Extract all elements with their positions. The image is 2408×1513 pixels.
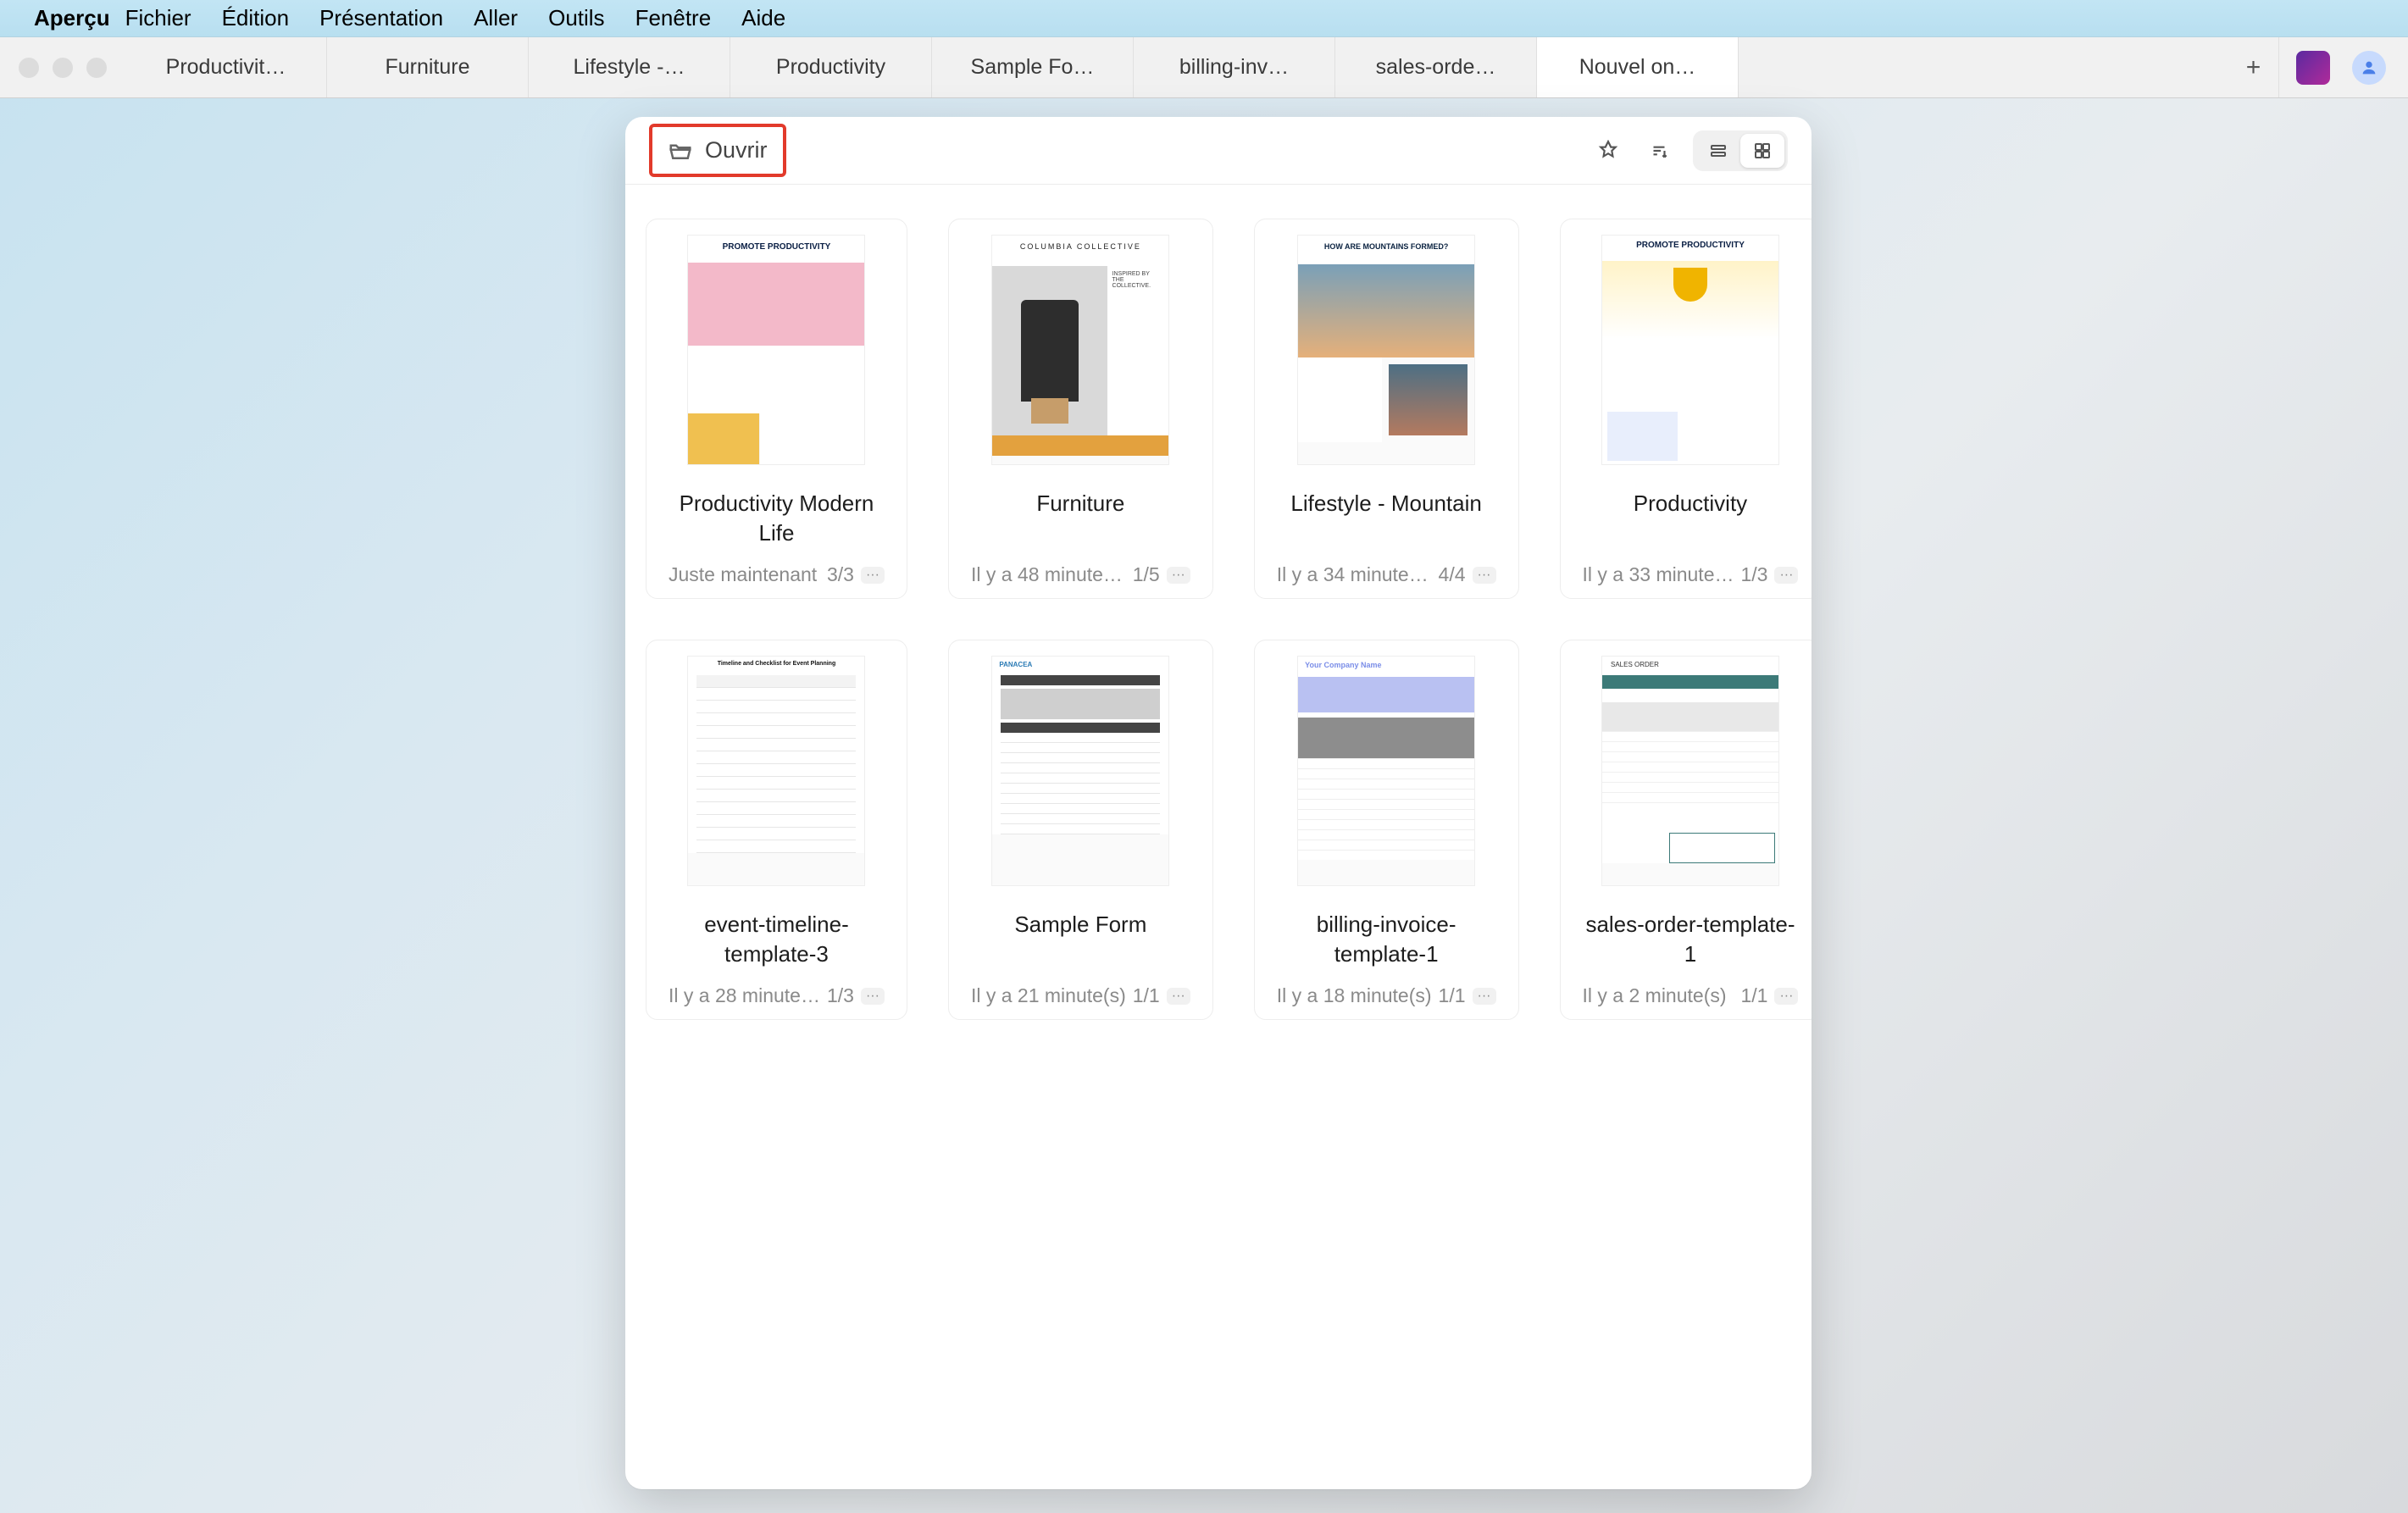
file-card[interactable]: Your Company Name billing-invoice-templat… — [1254, 640, 1519, 1020]
more-options-button[interactable]: ··· — [1774, 988, 1798, 1005]
open-button-label: Ouvrir — [705, 137, 768, 163]
file-title: billing-invoice-template-1 — [1270, 910, 1503, 969]
panel-toolbar: Ouvrir — [625, 117, 1812, 185]
file-modified-time: Il y a 28 minute… — [669, 984, 820, 1007]
file-footer: Juste maintenant 3/3 ··· — [662, 563, 891, 586]
user-account-icon[interactable] — [2352, 51, 2386, 85]
more-options-button[interactable]: ··· — [1167, 567, 1190, 584]
more-options-button[interactable]: ··· — [1167, 988, 1190, 1005]
tabs: Productivit…FurnitureLifestyle -…Product… — [125, 37, 2228, 97]
file-modified-time: Il y a 2 minute(s) — [1583, 984, 1734, 1007]
grid-view-button[interactable] — [1740, 134, 1784, 168]
more-options-button[interactable]: ··· — [861, 988, 885, 1005]
macos-menubar: Aperçu Fichier Édition Présentation Alle… — [0, 0, 2408, 37]
traffic-lights — [0, 37, 125, 97]
file-footer: Il y a 18 minute(s) 1/1 ··· — [1270, 984, 1503, 1007]
file-title: Sample Form — [1009, 910, 1151, 969]
file-thumbnail[interactable]: PROMOTE PRODUCTIVITY — [1601, 235, 1779, 465]
file-modified-time: Juste maintenant — [669, 563, 820, 586]
file-thumbnail[interactable]: HOW ARE MOUNTAINS FORMED? — [1297, 235, 1475, 465]
tab-1[interactable]: Furniture — [327, 37, 529, 97]
tab-4[interactable]: Sample Fo… — [932, 37, 1134, 97]
file-footer: Il y a 2 minute(s) 1/1 ··· — [1576, 984, 1806, 1007]
file-footer: Il y a 33 minute… 1/3 ··· — [1576, 563, 1806, 586]
file-page-count: 4/4 — [1439, 563, 1466, 586]
tab-7[interactable]: Nouvel on… — [1537, 37, 1739, 97]
recents-panel: Ouvrir PROMOTE PRODUCTIVITY Productivity … — [625, 117, 1812, 1489]
more-options-button[interactable]: ··· — [1473, 567, 1496, 584]
file-footer: Il y a 28 minute… 1/3 ··· — [662, 984, 891, 1007]
file-page-count: 1/1 — [1439, 984, 1466, 1007]
file-title: Productivity Modern Life — [662, 489, 891, 548]
list-view-button[interactable] — [1696, 134, 1740, 168]
file-card[interactable]: PANACEA Sample Form Il y a 21 minute(s) 1/1… — [948, 640, 1213, 1020]
pin-button[interactable] — [1591, 134, 1625, 168]
file-modified-time: Il y a 33 minute… — [1583, 563, 1734, 586]
file-thumbnail[interactable]: COLUMBIA COLLECTIVEINSPIRED BYTHE COLLEC… — [991, 235, 1169, 465]
file-footer: Il y a 21 minute(s) 1/1 ··· — [964, 984, 1197, 1007]
tab-0[interactable]: Productivit… — [125, 37, 327, 97]
file-page-count: 3/3 — [827, 563, 854, 586]
file-footer: Il y a 48 minute… 1/5 ··· — [964, 563, 1197, 586]
close-window-button[interactable] — [19, 58, 39, 78]
open-button-highlight: Ouvrir — [649, 124, 786, 177]
file-modified-time: Il y a 18 minute(s) — [1277, 984, 1432, 1007]
more-options-button[interactable]: ··· — [1473, 988, 1496, 1005]
file-card[interactable]: Timeline and Checklist for Event Plannin… — [646, 640, 907, 1020]
file-title: Productivity — [1628, 489, 1752, 548]
menu-view[interactable]: Présentation — [319, 5, 443, 31]
menu-edit[interactable]: Édition — [222, 5, 290, 31]
file-page-count: 1/1 — [1740, 984, 1767, 1007]
tabbar-right — [2279, 37, 2408, 97]
file-page-count: 1/3 — [1740, 563, 1767, 586]
file-page-count: 1/3 — [827, 984, 854, 1007]
files-grid: PROMOTE PRODUCTIVITY Productivity Modern … — [625, 185, 1812, 1054]
file-thumbnail[interactable]: SALES ORDER — [1601, 656, 1779, 886]
file-card[interactable]: PROMOTE PRODUCTIVITY Productivity Modern … — [646, 219, 907, 599]
file-thumbnail[interactable]: PROMOTE PRODUCTIVITY — [687, 235, 865, 465]
tab-6[interactable]: sales-orde… — [1335, 37, 1537, 97]
file-footer: Il y a 34 minute… 4/4 ··· — [1270, 563, 1503, 586]
file-modified-time: Il y a 48 minute… — [971, 563, 1126, 586]
file-title: event-timeline-template-3 — [662, 910, 891, 969]
sort-button[interactable] — [1642, 134, 1676, 168]
menu-file[interactable]: Fichier — [125, 5, 191, 31]
file-card[interactable]: HOW ARE MOUNTAINS FORMED? Lifestyle - Mou… — [1254, 219, 1519, 599]
menu-tools[interactable]: Outils — [548, 5, 604, 31]
menu-help[interactable]: Aide — [741, 5, 785, 31]
tab-3[interactable]: Productivity — [730, 37, 932, 97]
tab-2[interactable]: Lifestyle -… — [529, 37, 730, 97]
open-button[interactable]: Ouvrir — [659, 132, 776, 169]
file-thumbnail[interactable]: Timeline and Checklist for Event Plannin… — [687, 656, 865, 886]
file-modified-time: Il y a 21 minute(s) — [971, 984, 1126, 1007]
view-switcher — [1693, 130, 1788, 171]
file-title: Lifestyle - Mountain — [1285, 489, 1486, 548]
file-thumbnail[interactable]: Your Company Name — [1297, 656, 1475, 886]
tab-5[interactable]: billing-inv… — [1134, 37, 1335, 97]
file-card[interactable]: PROMOTE PRODUCTIVITY Productivity Il y a 3… — [1560, 219, 1812, 599]
app-name[interactable]: Aperçu — [34, 5, 110, 31]
file-thumbnail[interactable]: PANACEA — [991, 656, 1169, 886]
file-title: Furniture — [1031, 489, 1129, 548]
more-options-button[interactable]: ··· — [861, 567, 885, 584]
desktop-area: Ouvrir PROMOTE PRODUCTIVITY Productivity … — [0, 98, 2408, 1513]
minimize-window-button[interactable] — [53, 58, 73, 78]
zoom-window-button[interactable] — [86, 58, 107, 78]
file-card[interactable]: SALES ORDER sales-order-template-1 Il y a … — [1560, 640, 1812, 1020]
file-card[interactable]: COLUMBIA COLLECTIVEINSPIRED BYTHE COLLEC… — [948, 219, 1213, 599]
window-tabbar: Productivit…FurnitureLifestyle -…Product… — [0, 37, 2408, 98]
file-page-count: 1/5 — [1133, 563, 1160, 586]
folder-open-icon — [668, 138, 693, 163]
menu-window[interactable]: Fenêtre — [635, 5, 712, 31]
file-page-count: 1/1 — [1133, 984, 1160, 1007]
new-tab-button[interactable]: + — [2228, 37, 2279, 97]
more-options-button[interactable]: ··· — [1774, 567, 1798, 584]
app-launcher-icon[interactable] — [2296, 51, 2330, 85]
file-modified-time: Il y a 34 minute… — [1277, 563, 1432, 586]
menu-go[interactable]: Aller — [474, 5, 518, 31]
file-title: sales-order-template-1 — [1576, 910, 1806, 969]
